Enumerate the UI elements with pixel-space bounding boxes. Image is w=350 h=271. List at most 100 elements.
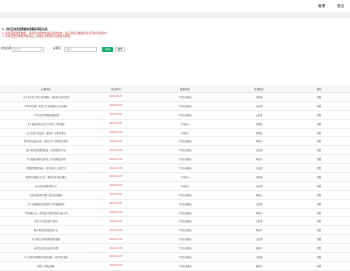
row-status: 审核中 [255, 211, 263, 215]
table-row[interactable]: 季度财务报表已生成，请相关部门核对确认 2023-03-27 手动录入 待处理 查看 [0, 173, 350, 182]
table-row[interactable]: 关于本年度工作计划的通知，请各部门及时查阅 2023-03-27 平台自动推送 待处理… [0, 93, 350, 102]
row-time: 2023-03-27 [109, 228, 123, 232]
table-row[interactable]: 信息化建设项目第二阶段验收通知 2023-03-27 平台自动推送 审核中 查看 [0, 190, 350, 200]
table-body: 关于本年度工作计划的通知，请各部门及时查阅 2023-03-27 平台自动推送 待处理… [0, 93, 350, 271]
row-title: 重点项目进度汇报，请各负责人按时提交材料 [24, 140, 68, 144]
row-action[interactable]: 查看 [288, 182, 350, 190]
row-source: 平台自动推送 [178, 95, 192, 99]
table-row[interactable]: 关于加强数据安全管理工作的通知要求 2023-03-27 平台自动推送 已处理 查看 [0, 199, 350, 209]
row-action[interactable]: 查看 [288, 217, 350, 225]
row-title: 关于组织开展年度考核工作的通知及说明 [26, 158, 66, 162]
table-header: 标题内容 提交时间 数据来源 处理状态 操作 [0, 85, 350, 93]
row-title: 信息化建设项目第二阶段验收通知 [29, 193, 63, 197]
row-time: 2023-03-27 [109, 131, 123, 134]
row-time: 2023-03-27 [109, 219, 123, 223]
row-action[interactable]: 查看 [288, 164, 350, 172]
row-source: 平台自动推送 [178, 167, 192, 171]
table-row[interactable]: 客户满意度调查结果汇总 2023-03-27 平台自动推送 审核中 查看 [0, 226, 350, 236]
row-action[interactable]: 查看 [288, 155, 350, 163]
row-title: 年度工作目标责任书签订 [33, 220, 59, 224]
row-action[interactable]: 查看 [288, 129, 350, 137]
row-source: 平台自动推送 [178, 202, 192, 206]
row-time: 2023-03-27 [109, 139, 123, 143]
row-action[interactable]: 查看 [288, 93, 350, 101]
user-name[interactable]: 管理 [318, 4, 325, 8]
row-title: 关于规范合同管理流程的通知 [31, 238, 61, 242]
row-time: 2023-03-27 [109, 95, 123, 99]
search-button[interactable]: 查询 [102, 46, 113, 52]
keyword-input[interactable]: 请输入 [64, 46, 97, 52]
row-source: 平台自动推送 [178, 238, 192, 242]
column-header-status: 处理状态 [254, 87, 264, 91]
status-select[interactable]: 请选择 [12, 46, 44, 52]
row-source: 平台自动推送 [178, 113, 192, 117]
row-status: 审核中 [255, 193, 263, 197]
row-action[interactable]: 查看 [288, 191, 350, 199]
data-table: 标题内容 提交时间 数据来源 处理状态 操作 关于本年度工作计划的通知，请各部门… [0, 85, 350, 271]
table-row[interactable]: 员工培训计划安排，请相关人员准时参加 2023-03-27 手动录入 待审核 查看 [0, 128, 350, 138]
row-time: 2023-03-27 [109, 193, 123, 197]
row-action[interactable]: 查看 [288, 137, 350, 145]
row-action[interactable]: 查看 [288, 102, 350, 110]
row-action[interactable]: 查看 [288, 235, 350, 243]
top-bar: 管理 退出 [0, 0, 350, 12]
row-action[interactable]: 查看 [288, 146, 350, 154]
table-row[interactable]: 年度工作目标责任书签订 2023-03-27 平台自动推送 已处理 查看 [0, 217, 350, 227]
row-status: 审核中 [255, 158, 263, 162]
row-time: 2023-03-27 [109, 237, 123, 241]
table-row[interactable]: 关于开展节能降耗活动的通知，请各单位落实 2023-03-27 平台自动推送 已处理 查… [0, 253, 350, 262]
row-title: 季度财务报表已生成，请相关部门核对确认 [25, 175, 67, 179]
row-action[interactable]: 查看 [288, 262, 350, 270]
row-source: 手动录入 [180, 122, 190, 126]
row-action[interactable]: 查看 [288, 200, 350, 208]
table-row[interactable]: 关于做好春季安全生产检查工作的通知 2023-03-27 手动录入 待审核 查看 [0, 119, 350, 129]
row-title: 关于开展节能降耗活动的通知，请各单位落实 [24, 255, 68, 259]
row-action[interactable]: 查看 [288, 120, 350, 128]
keyword-label: 关键词 [53, 47, 61, 50]
row-action[interactable]: 查看 [288, 173, 350, 181]
table-row[interactable]: 新版管理制度发布，请全体员工认真学习 2023-03-27 平台自动推送 已处理 查看 [0, 164, 350, 174]
table-row[interactable]: 技术交流会议安排及议程 2023-03-27 平台自动推送 审核中 查看 [0, 244, 350, 254]
row-time: 2023-03-27 [109, 255, 123, 259]
row-source: 平台自动推送 [178, 247, 192, 251]
table-row[interactable]: 2023年度第一季度工作总结报告已完成审核 2023-03-27 平台自动推送 已处理… [0, 101, 350, 111]
row-status: 审核中 [255, 264, 263, 268]
table-row[interactable]: 重点项目进度汇报，请各负责人按时提交材料 2023-03-27 平台自动推送 审核中 查… [0, 137, 350, 147]
row-source: 平台自动推送 [178, 229, 192, 233]
column-header-time: 提交时间 [111, 87, 121, 91]
row-action[interactable]: 查看 [288, 244, 350, 252]
row-status: 待处理 [255, 175, 263, 179]
row-time: 2023-03-27 [109, 157, 123, 161]
row-title: 部门例会纪要整理完成，请查阅相关内容 [26, 149, 66, 153]
row-action[interactable]: 查看 [288, 111, 350, 119]
row-time: 2023-03-27 [109, 184, 123, 188]
table-row[interactable]: 季度工作例会通知 2023-03-27 平台自动推送 审核中 查看 [0, 261, 350, 271]
table-row[interactable]: 下半年度项目预算调整说明 2023-03-27 平台自动推送 已处理 查看 [0, 110, 350, 120]
row-status: 已处理 [255, 104, 263, 108]
row-source: 手动录入 [180, 131, 190, 135]
table-row[interactable]: 关于规范合同管理流程的通知 2023-03-27 平台自动推送 已处理 查看 [0, 235, 350, 245]
chevron-down-icon [40, 48, 42, 50]
row-status: 待审核 [255, 131, 263, 135]
row-title: 季度工作例会通知 [37, 264, 55, 268]
table-row[interactable]: 关于组织开展年度考核工作的通知及说明 2023-03-27 平台自动推送 审核中 查看 [0, 155, 350, 165]
row-action[interactable]: 查看 [288, 226, 350, 234]
table-row[interactable]: 部门例会纪要整理完成，请查阅相关内容 2023-03-27 平台自动推送 已处理 查看 [0, 146, 350, 156]
row-time: 2023-03-27 [109, 264, 123, 268]
row-status: 审核中 [255, 229, 263, 233]
row-status: 已处理 [255, 255, 263, 259]
row-title: 客户满意度调查结果汇总 [33, 229, 59, 233]
row-title: 人事调整公告，请各部门知悉并做好交接工作 [24, 211, 68, 215]
row-action[interactable]: 查看 [288, 209, 350, 217]
reset-button[interactable]: 重置 [115, 46, 125, 52]
row-action[interactable]: 查看 [288, 253, 350, 261]
row-status: 审核中 [255, 140, 263, 144]
row-source: 平台自动推送 [178, 264, 192, 268]
table-row[interactable]: 办公用品采购申请汇总 2023-03-27 手动录入 已处理 查看 [0, 181, 350, 191]
row-source: 手动录入 [180, 184, 190, 188]
table-row[interactable]: 人事调整公告，请各部门知悉并做好交接工作 2023-03-27 平台自动推送 审核中 查… [0, 208, 350, 218]
row-title: 技术交流会议安排及议程 [33, 247, 59, 251]
row-status: 已处理 [255, 220, 263, 224]
row-title: 关于加强数据安全管理工作的通知要求 [27, 202, 65, 206]
logout-link[interactable]: 退出 [337, 4, 344, 8]
